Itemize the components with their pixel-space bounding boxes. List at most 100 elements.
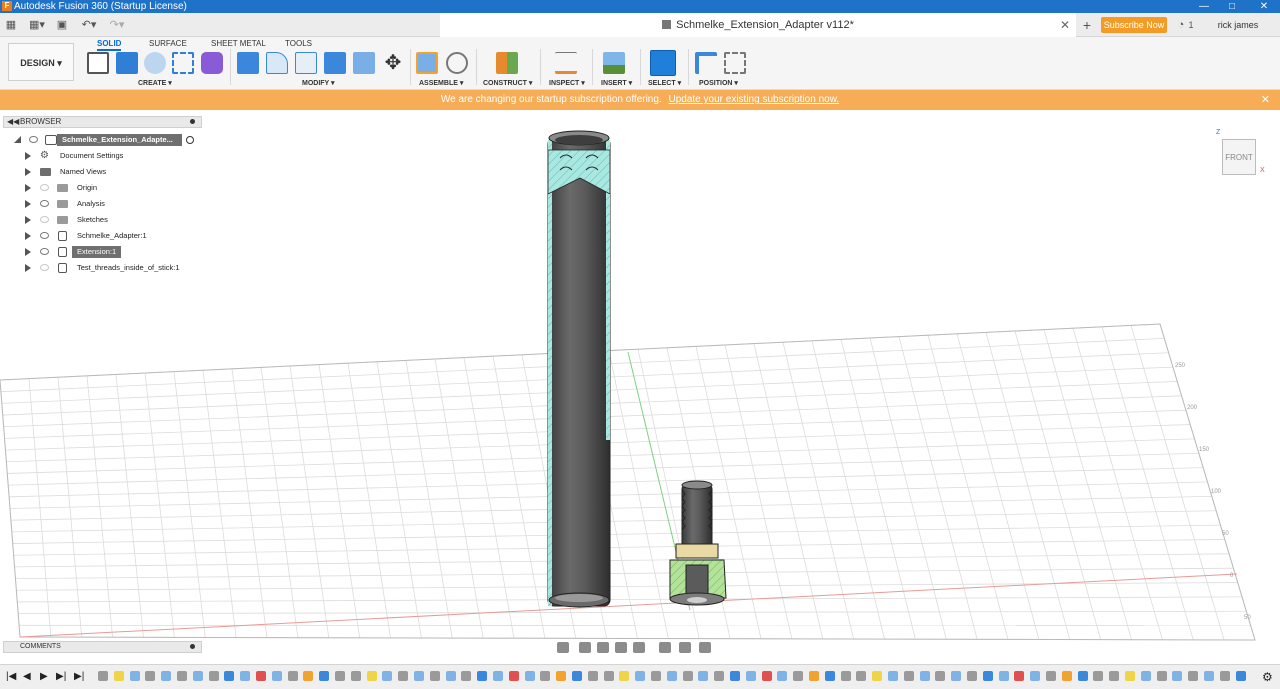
timeline-feature-icon[interactable] (1140, 671, 1151, 681)
fillet-icon[interactable] (266, 52, 288, 74)
expand-arrow-icon[interactable] (25, 232, 31, 240)
minimize-icon[interactable]: — (1190, 0, 1218, 13)
subscribe-now-button[interactable]: Subscribe Now (1101, 17, 1167, 33)
timeline-feature-icon[interactable] (1156, 671, 1167, 681)
timeline-feature-icon[interactable] (1046, 671, 1056, 681)
select-arrow-icon[interactable] (650, 50, 676, 76)
timeline-feature-icon[interactable] (1172, 671, 1183, 681)
split-body-icon[interactable] (353, 52, 375, 74)
timeline-feature-icon[interactable] (445, 671, 456, 681)
insert-menu[interactable]: INSERT ▾ (601, 79, 632, 87)
select-menu[interactable]: SELECT ▾ (648, 79, 681, 87)
timeline-feature-icon[interactable] (682, 671, 693, 681)
timeline-feature-icon[interactable] (872, 671, 883, 681)
tab-tools[interactable]: TOOLS (285, 39, 312, 48)
timeline-feature-icon[interactable] (998, 671, 1009, 681)
update-subscription-link[interactable]: Update your existing subscription now. (669, 94, 840, 105)
timeline-feature-icon[interactable] (935, 671, 946, 681)
tab-sheet-metal[interactable]: SHEET METAL (211, 39, 266, 48)
assemble-menu[interactable]: ASSEMBLE ▾ (419, 79, 463, 87)
browser-item-origin[interactable]: Origin (0, 181, 202, 195)
timeline-feature-icon[interactable] (335, 671, 345, 681)
timeline-feature-icon[interactable] (540, 671, 551, 681)
timeline-feature-icon[interactable] (224, 671, 235, 681)
timeline-feature-icon[interactable] (809, 671, 819, 681)
timeline-feature-icon[interactable] (840, 671, 851, 681)
timeline-feature-icon[interactable] (919, 671, 930, 681)
timeline-feature-icon[interactable] (587, 671, 598, 681)
visibility-eye-icon[interactable] (40, 248, 49, 255)
visibility-eye-icon[interactable] (40, 216, 49, 223)
timeline-feature-icon[interactable] (319, 671, 330, 681)
measure-icon[interactable] (555, 52, 577, 74)
browser-item-sketches[interactable]: Sketches (0, 213, 202, 227)
construct-plane-icon[interactable] (172, 52, 194, 74)
create-sketch-icon[interactable] (87, 52, 109, 74)
timeline-feature-icon[interactable] (1235, 671, 1246, 681)
browser-pin-icon[interactable] (190, 119, 195, 124)
timeline-feature-icon[interactable] (761, 671, 772, 681)
timeline-feature-icon[interactable] (556, 671, 567, 681)
timeline-feature-icon[interactable] (572, 671, 582, 681)
timeline-feature-icon[interactable] (1188, 671, 1199, 681)
view-cube-front-face[interactable]: FRONT (1222, 139, 1256, 175)
expand-arrow-icon[interactable] (25, 152, 31, 160)
construct-menu[interactable]: CONSTRUCT ▾ (483, 79, 532, 87)
timeline-feature-icon[interactable] (98, 671, 108, 681)
maximize-icon[interactable]: □ (1218, 0, 1246, 13)
timeline-feature-icon[interactable] (1077, 671, 1088, 681)
browser-item-test-threads[interactable]: Test_threads_inside_of_stick:1 (0, 261, 202, 275)
timeline-feature-icon[interactable] (271, 671, 282, 681)
user-name[interactable]: rick james (1213, 18, 1263, 32)
timeline-feature-icon[interactable] (1093, 671, 1104, 681)
timeline-feature-icon[interactable] (524, 671, 535, 681)
timeline-feature-icon[interactable] (793, 671, 804, 681)
expand-arrow-icon[interactable] (25, 216, 31, 224)
revert-position-icon[interactable] (724, 52, 746, 74)
viewports-icon[interactable] (699, 642, 711, 653)
timeline-feature-icon[interactable] (951, 671, 962, 681)
timeline-feature-icon[interactable] (287, 671, 298, 681)
timeline-feature-icon[interactable] (651, 671, 661, 681)
shell-icon[interactable] (295, 52, 317, 74)
comments-pin-icon[interactable] (190, 644, 195, 649)
create-menu[interactable]: CREATE ▾ (138, 79, 172, 87)
timeline-feature-icon[interactable] (398, 671, 409, 681)
timeline-start-icon[interactable]: |◀ (6, 671, 16, 683)
collapse-browser-icon[interactable]: ◀◀ (7, 117, 19, 127)
timeline-feature-icon[interactable] (208, 671, 219, 681)
expand-arrow-icon[interactable] (25, 200, 31, 208)
look-at-icon[interactable] (579, 642, 591, 653)
timeline-feature-icon[interactable] (730, 671, 740, 681)
browser-item-extension[interactable]: Extension:1 (0, 245, 202, 259)
revolve-icon[interactable] (144, 52, 166, 74)
browser-item-document-settings[interactable]: ⚙ Document Settings (0, 149, 202, 163)
timeline-feature-icon[interactable] (414, 671, 424, 681)
position-menu[interactable]: POSITION ▾ (699, 79, 738, 87)
timeline-feature-icon[interactable] (888, 671, 898, 681)
timeline-feature-icon[interactable] (1061, 671, 1072, 681)
display-settings-icon[interactable] (659, 642, 671, 653)
timeline-feature-icon[interactable] (1204, 671, 1214, 681)
timeline-feature-icon[interactable] (1125, 671, 1135, 681)
browser-item-schmelke-adapter[interactable]: Schmelke_Adapter:1 (0, 229, 202, 243)
modify-menu[interactable]: MODIFY ▾ (302, 79, 335, 87)
timeline-feature-icon[interactable] (1014, 671, 1025, 681)
new-component-icon[interactable] (416, 52, 438, 74)
timeline-feature-icon[interactable] (493, 671, 503, 681)
browser-panel-header[interactable]: ◀◀ BROWSER (3, 116, 202, 128)
browser-item-named-views[interactable]: Named Views (0, 165, 202, 179)
timeline-feature-icon[interactable] (745, 671, 756, 681)
expand-arrow-icon[interactable] (25, 248, 31, 256)
save-icon[interactable]: ▣ (56, 18, 68, 32)
collapse-arrow-icon[interactable] (14, 136, 21, 143)
document-tab[interactable]: Schmelke_Extension_Adapter v112* ✕ (440, 13, 1076, 37)
view-cube[interactable]: Z FRONT X (1216, 129, 1265, 177)
timeline-feature-icon[interactable] (177, 671, 187, 681)
timeline-feature-icon[interactable] (714, 671, 725, 681)
joint-icon[interactable] (446, 52, 468, 74)
timeline-feature-icon[interactable] (366, 671, 377, 681)
visibility-eye-icon[interactable] (40, 184, 49, 191)
redo-icon[interactable]: ↷▾ (106, 18, 128, 32)
timeline-prev-icon[interactable]: ◀ (23, 671, 31, 683)
